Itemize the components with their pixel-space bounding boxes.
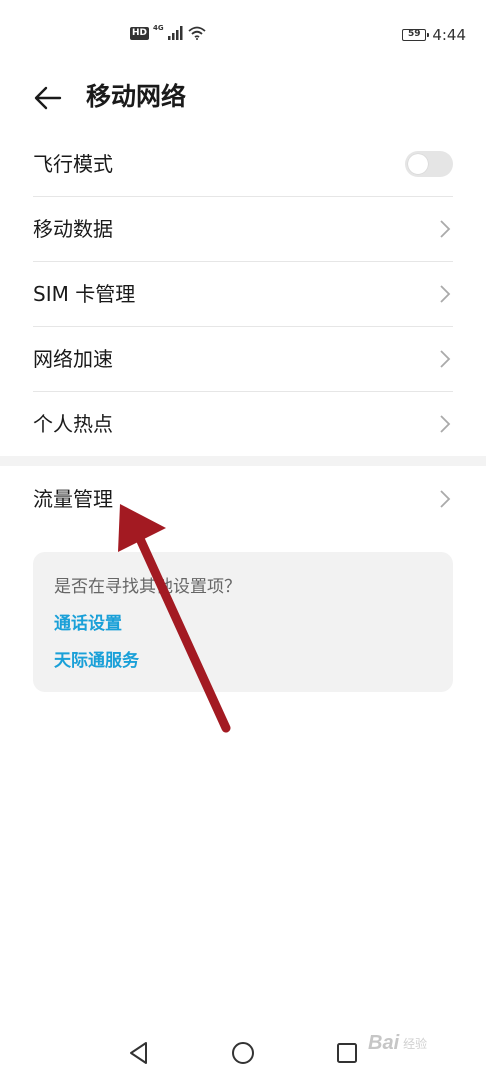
chevron-right-icon: [440, 350, 451, 368]
tianjitong-service-link[interactable]: 天际通服务: [54, 648, 139, 674]
nav-recent-apps-icon[interactable]: [334, 1040, 360, 1066]
network-acceleration-label: 网络加速: [33, 347, 113, 371]
call-settings-link[interactable]: 通话设置: [54, 611, 122, 637]
chevron-right-icon: [440, 490, 451, 508]
clock: 4:44: [432, 26, 466, 44]
signal-icon: [167, 26, 183, 40]
status-left: HD 4G: [130, 24, 206, 40]
status-right: 59 4:44: [402, 26, 466, 44]
personal-hotspot-row[interactable]: 个人热点: [33, 392, 453, 456]
watermark-sub: 经验: [403, 1036, 428, 1051]
sim-card-management-row[interactable]: SIM 卡管理: [33, 262, 453, 327]
chevron-right-icon: [440, 415, 451, 433]
network-type: 4G: [153, 24, 164, 32]
toggle-knob: [408, 154, 428, 174]
mobile-data-row[interactable]: 移动数据: [33, 197, 453, 262]
hd-badge: HD: [130, 26, 150, 40]
baidu-watermark: Bai 经验: [368, 1032, 427, 1055]
wifi-icon: [188, 26, 206, 40]
traffic-management-label: 流量管理: [33, 487, 113, 511]
traffic-management-row[interactable]: 流量管理: [33, 466, 453, 532]
chevron-right-icon: [440, 220, 451, 238]
airplane-mode-toggle[interactable]: [405, 151, 453, 177]
settings-list: 飞行模式 移动数据 SIM 卡管理 网络加速 个人热点: [0, 132, 486, 456]
chevron-right-icon: [440, 285, 451, 303]
back-arrow-icon: [34, 86, 62, 110]
suggestion-card: 是否在寻找其他设置项？ 通话设置 天际通服务: [33, 552, 453, 692]
app-header: 移动网络: [0, 72, 486, 122]
watermark-text: Bai: [368, 1032, 400, 1054]
page-title: 移动网络: [86, 82, 187, 111]
mobile-data-label: 移动数据: [33, 217, 113, 241]
airplane-mode-label: 飞行模式: [33, 152, 113, 176]
group-divider: [0, 456, 486, 466]
nav-home-icon[interactable]: [230, 1040, 256, 1066]
personal-hotspot-label: 个人热点: [33, 412, 113, 436]
network-acceleration-row[interactable]: 网络加速: [33, 327, 453, 392]
battery-level: 59: [408, 29, 421, 39]
battery-icon: 59: [402, 29, 430, 41]
suggestion-question: 是否在寻找其他设置项？: [54, 577, 241, 597]
airplane-mode-row[interactable]: 飞行模式: [33, 132, 453, 197]
sim-card-management-label: SIM 卡管理: [33, 282, 136, 306]
back-button[interactable]: [30, 80, 66, 116]
nav-back-icon[interactable]: [126, 1040, 152, 1066]
status-bar: HD 4G 59 4:44: [0, 0, 486, 72]
